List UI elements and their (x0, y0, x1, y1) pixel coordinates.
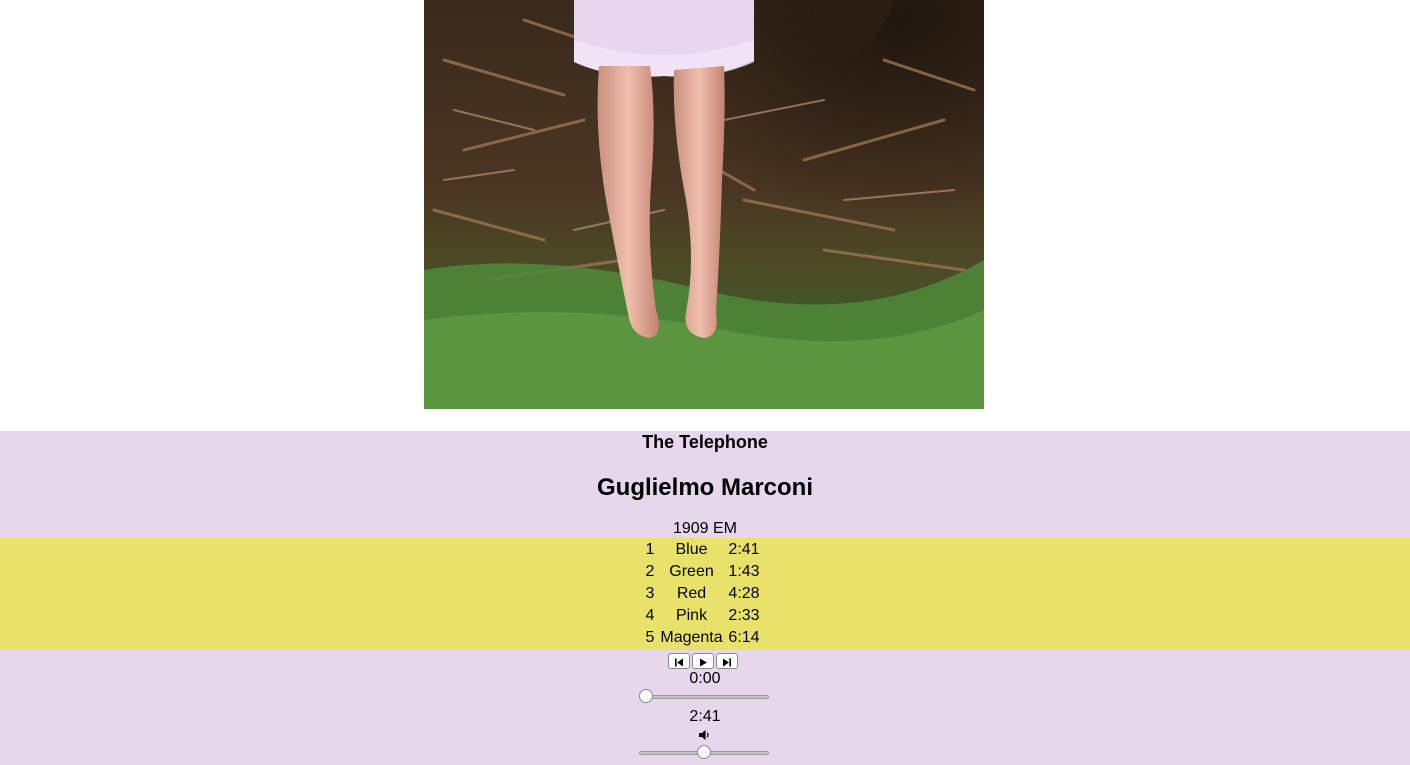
track-name[interactable]: Pink (659, 605, 724, 627)
skip-back-icon (675, 658, 683, 667)
volume-thumb[interactable] (697, 745, 711, 759)
track-number: 2 (645, 563, 655, 580)
track-list: 1 Blue 2:41 2 Green 1:43 3 Red 4:28 4 Pi… (0, 538, 1410, 650)
track-name[interactable]: Green (659, 561, 724, 583)
track-duration: 1:43 (728, 563, 760, 580)
track-name[interactable]: Red (659, 583, 724, 605)
track-number: 5 (645, 629, 655, 646)
play-icon (700, 658, 707, 667)
track-duration: 2:41 (728, 541, 760, 558)
track-duration: 6:14 (728, 629, 760, 646)
volume-slider[interactable] (639, 745, 769, 761)
speaker-icon[interactable] (697, 728, 711, 742)
release-info: 1909 EM (672, 520, 738, 537)
track-duration: 2:33 (728, 607, 760, 624)
skip-forward-icon (723, 658, 731, 667)
track-duration: 4:28 (728, 585, 760, 602)
album-title: The Telephone (642, 432, 768, 452)
track-row[interactable]: 1 Blue 2:41 (0, 539, 1410, 561)
playback-controls (668, 653, 740, 670)
track-name[interactable]: Magenta (659, 627, 724, 649)
player: 0:00 2:41 (0, 650, 1410, 765)
total-time: 2:41 (689, 708, 721, 725)
track-number: 4 (645, 607, 655, 624)
seek-track (639, 695, 769, 699)
play-button[interactable] (692, 653, 714, 669)
album-cover-photo (424, 0, 984, 409)
previous-track-button[interactable] (668, 653, 690, 669)
track-number: 3 (645, 585, 655, 602)
track-name[interactable]: Blue (659, 539, 724, 561)
track-row[interactable]: 5 Magenta 6:14 (0, 627, 1410, 649)
current-time: 0:00 (689, 670, 721, 687)
track-number: 1 (645, 541, 655, 558)
track-row[interactable]: 3 Red 4:28 (0, 583, 1410, 605)
album-cover (424, 0, 984, 409)
artist-name: Guglielmo Marconi (596, 474, 814, 501)
album-info: The Telephone Guglielmo Marconi 1909 EM (0, 431, 1410, 538)
track-row[interactable]: 4 Pink 2:33 (0, 605, 1410, 627)
seek-thumb[interactable] (639, 689, 653, 703)
seek-slider[interactable] (639, 689, 769, 705)
track-row[interactable]: 2 Green 1:43 (0, 561, 1410, 583)
next-track-button[interactable] (716, 653, 738, 669)
